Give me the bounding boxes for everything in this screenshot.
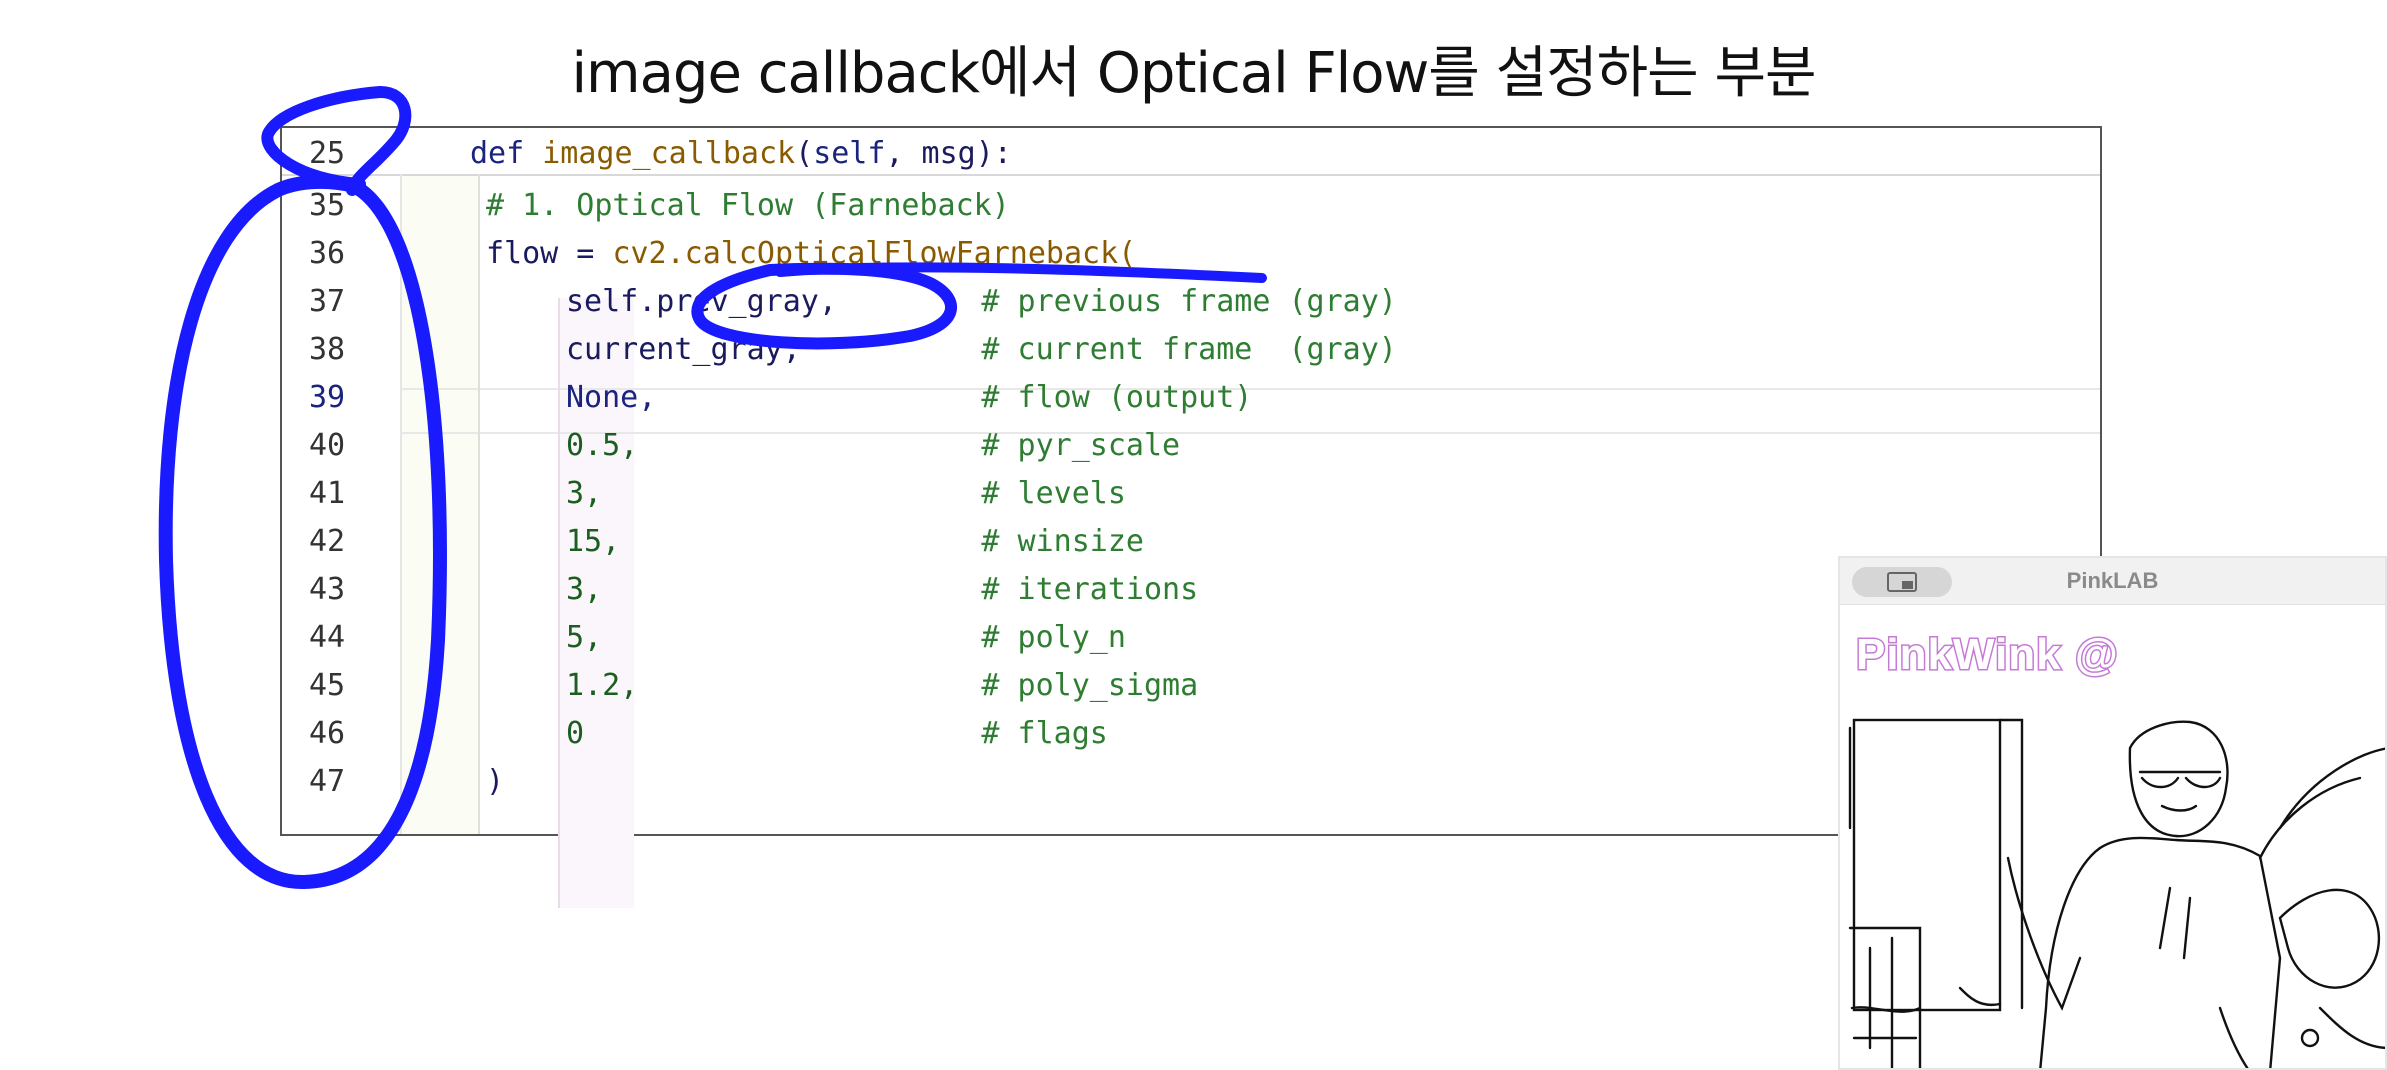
code-token: # winsize [620, 524, 1144, 559]
code-token: flow = [486, 236, 613, 271]
line-number: 47 [308, 764, 346, 799]
code-token: # flags [584, 716, 1108, 751]
code-token: 0.5, [566, 428, 639, 463]
code-token: # previous frame (gray) [836, 284, 1397, 319]
code-token: # flow (output) [656, 380, 1253, 415]
code-line[interactable]: None, # flow (output) [566, 380, 1252, 415]
pip-window-title: PinkLAB [2066, 568, 2159, 593]
indent-band [400, 174, 478, 834]
code-token: # current frame (gray) [800, 332, 1397, 367]
code-line[interactable]: 0.5, # pyr_scale [566, 428, 1180, 463]
code-line[interactable]: 1.2, # poly_sigma [566, 668, 1198, 703]
code-line[interactable]: 5, # poly_n [566, 620, 1126, 655]
code-token: cv2.calcOpticalFlowFarneback( [612, 236, 1137, 271]
code-line[interactable]: 3, # levels [566, 476, 1126, 511]
gutter-separator [400, 174, 402, 834]
code-line[interactable]: 0 # flags [566, 716, 1108, 751]
code-token: image_callback [542, 136, 796, 171]
code-token: 3, [566, 476, 603, 511]
line-number: 40 [308, 428, 346, 463]
code-line[interactable]: flow = cv2.calcOpticalFlowFarneback( [486, 236, 1136, 271]
code-token: 0 [566, 716, 585, 751]
code-token: def [470, 136, 543, 171]
line-number: 36 [308, 236, 346, 271]
code-line[interactable]: # 1. Optical Flow (Farneback) [486, 188, 1010, 223]
code-token: # 1. Optical Flow (Farneback) [486, 188, 1010, 223]
code-token: # poly_sigma [638, 668, 1199, 703]
code-token: 5, [566, 620, 603, 655]
line-number: 45 [308, 668, 346, 703]
code-line[interactable]: def image_callback(self, msg): [470, 136, 1012, 171]
code-line[interactable]: ) [486, 764, 504, 799]
indent-guide [478, 174, 480, 834]
code-token: 1.2, [566, 668, 639, 703]
code-line[interactable]: current_gray, # current frame (gray) [566, 332, 1397, 367]
code-line[interactable]: 3, # iterations [566, 572, 1198, 607]
line-number: 44 [308, 620, 346, 655]
code-token: 15, [566, 524, 621, 559]
line-number: 46 [308, 716, 346, 751]
code-token: , msg): [885, 136, 1012, 171]
code-token: None, [566, 380, 657, 415]
line-number: 37 [308, 284, 346, 319]
line-number: 35 [308, 188, 346, 223]
pip-title-bar[interactable]: PinkLAB [1840, 558, 2385, 605]
code-editor[interactable]: 25 def image_callback(self, msg): 35 # 1. O… [280, 126, 2102, 908]
code-token: ( [795, 136, 814, 171]
code-token: # iterations [602, 572, 1199, 607]
line-number: 38 [308, 332, 346, 367]
brand-watermark: PinkWink @ [1855, 629, 2120, 681]
code-token: self.prev_gray, [566, 284, 837, 319]
code-token: self [813, 136, 886, 171]
edge-detected-presenter-video [1848, 718, 2385, 1068]
slide-title: image callback에서 Optical Flow를 설정하는 부분 [571, 41, 1816, 106]
code-line[interactable]: 15, # winsize [566, 524, 1144, 559]
indent-guide-inner [558, 298, 560, 908]
line-number: 41 [308, 476, 346, 511]
line-number: 39 [308, 380, 346, 415]
line-number: 42 [308, 524, 346, 559]
line-number: 43 [308, 572, 346, 607]
code-line[interactable]: self.prev_gray, # previous frame (gray) [566, 284, 1397, 319]
code-token: # levels [602, 476, 1126, 511]
code-token: ) [486, 764, 505, 799]
code-token: 3, [566, 572, 603, 607]
code-token: current_gray, [566, 332, 801, 367]
pip-video-window[interactable]: PinkLAB PinkWink @ [1838, 556, 2387, 1070]
code-token: # poly_n [602, 620, 1126, 655]
line-number: 25 [308, 136, 346, 171]
code-token: # pyr_scale [638, 428, 1181, 463]
